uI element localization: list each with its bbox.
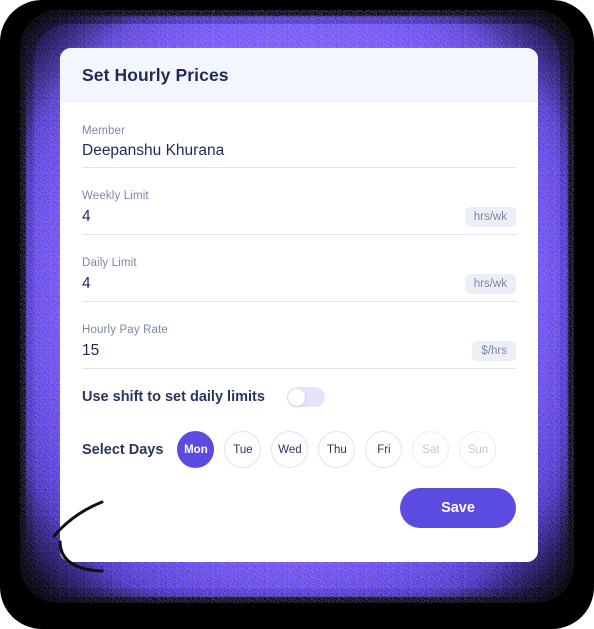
day-pill-thu[interactable]: Thu [318,431,356,468]
page-title: Set Hourly Prices [82,65,229,85]
day-pill-sun: Sun [459,431,497,468]
field-label-member: Member [82,125,126,137]
field-line-hourly-pay-rate: $/hrs [82,341,516,369]
field-line-daily-limit: hrs/wk [82,274,516,302]
weekly-limit-input[interactable] [82,208,455,226]
toggle-knob-icon [288,388,306,406]
select-days-label: Select Days [82,441,164,458]
field-daily-limit: Daily Limit hrs/wk [82,257,516,302]
day-pill-wed[interactable]: Wed [271,431,309,468]
set-hourly-prices-dialog: Set Hourly Prices Member Weekly Limit hr… [60,48,538,562]
screen-canvas: Set Hourly Prices Member Weekly Limit hr… [0,0,594,629]
field-line-member [82,142,516,168]
field-hourly-pay-rate: Hourly Pay Rate $/hrs [82,324,516,369]
use-shift-label: Use shift to set daily limits [82,389,265,405]
member-input[interactable] [82,142,516,160]
field-weekly-limit: Weekly Limit hrs/wk [82,190,516,235]
day-pill-list: Mon Tue Wed Thu Fri Sat Sun [177,431,497,468]
field-label-weekly-limit: Weekly Limit [82,190,149,202]
field-member: Member [82,125,516,168]
select-days-row: Select Days Mon Tue Wed Thu Fri Sat Sun [82,431,516,468]
use-shift-row: Use shift to set daily limits [82,387,516,407]
day-pill-mon[interactable]: Mon [177,431,215,468]
day-pill-tue[interactable]: Tue [224,431,262,468]
daily-limit-unit-badge: hrs/wk [464,274,516,294]
daily-limit-input[interactable] [82,275,455,293]
use-shift-toggle[interactable] [286,387,325,407]
field-line-weekly-limit: hrs/wk [82,207,516,235]
day-pill-sat: Sat [412,431,450,468]
hourly-pay-rate-unit-badge: $/hrs [472,341,516,361]
field-label-hourly-pay-rate: Hourly Pay Rate [82,324,168,336]
day-pill-fri[interactable]: Fri [365,431,403,468]
dialog-body: Member Weekly Limit hrs/wk Daily Limit h… [60,103,538,528]
dialog-footer: Save [82,488,516,528]
dialog-header: Set Hourly Prices [60,48,538,103]
field-label-daily-limit: Daily Limit [82,257,137,269]
save-button[interactable]: Save [400,488,516,528]
hourly-pay-rate-input[interactable] [82,342,463,360]
weekly-limit-unit-badge: hrs/wk [464,207,516,227]
